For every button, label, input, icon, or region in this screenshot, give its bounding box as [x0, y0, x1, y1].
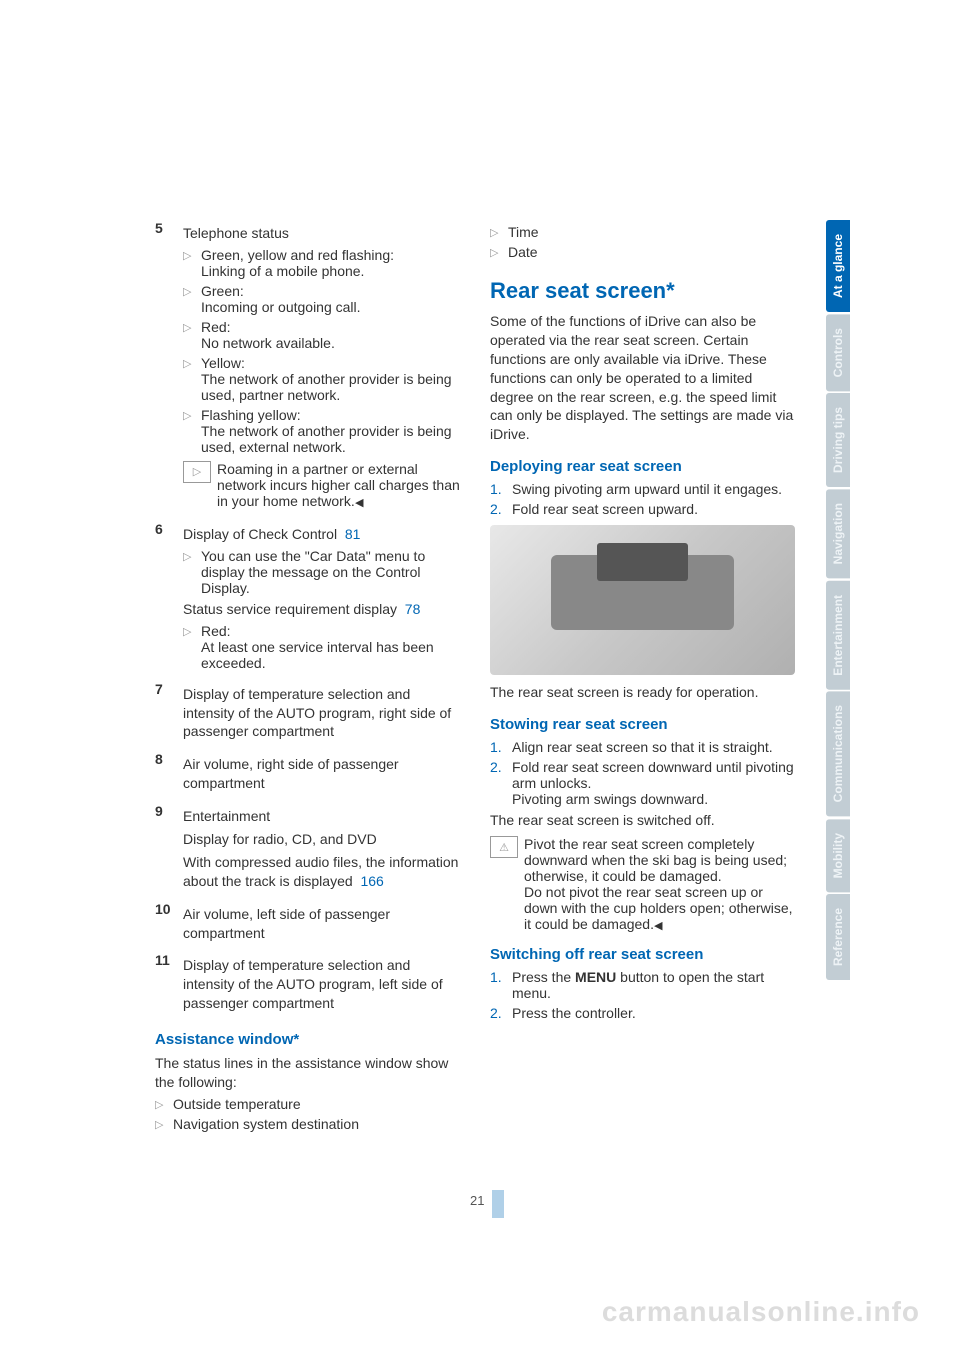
- list-item-10: 10 Air volume, left side of passenger co…: [155, 901, 460, 947]
- triangle-icon: ▷: [183, 623, 201, 671]
- step-number: 1.: [490, 739, 512, 755]
- list-item-8: 8 Air volume, right side of passenger co…: [155, 751, 460, 797]
- section-heading-switch-off: Switching off rear seat screen: [490, 946, 795, 963]
- item-number: 6: [155, 521, 183, 675]
- triangle-icon: ▷: [183, 319, 201, 351]
- bullet: ▷Flashing yellow:The network of another …: [183, 407, 460, 455]
- tab-entertainment[interactable]: Entertainment: [826, 581, 850, 690]
- step-number: 1.: [490, 969, 512, 1001]
- end-mark-icon: ▶: [654, 919, 662, 932]
- step: 1.Align rear seat screen so that it is s…: [490, 739, 795, 755]
- bullet: ▷Red:At least one service interval has b…: [183, 623, 460, 671]
- tab-at-a-glance[interactable]: At a glance: [826, 220, 850, 312]
- item-number: 7: [155, 681, 183, 746]
- list-item-9: 9 Entertainment Display for radio, CD, a…: [155, 803, 460, 895]
- list-item-7: 7 Display of temperature selection and i…: [155, 681, 460, 746]
- triangle-icon: ▷: [183, 247, 201, 279]
- bullet: ▷Green:Incoming or outgoing call.: [183, 283, 460, 315]
- triangle-icon: ▷: [183, 548, 201, 596]
- page-number-marker: [492, 1190, 504, 1218]
- step-number: 2.: [490, 1005, 512, 1021]
- bullet: ▷Navigation system destination: [155, 1116, 460, 1132]
- warning: ⚠ Pivot the rear seat screen completely …: [490, 836, 795, 932]
- item-number: 11: [155, 952, 183, 1017]
- triangle-icon: ▷: [155, 1096, 173, 1112]
- end-mark-icon: ▶: [355, 496, 363, 509]
- step: 2.Fold rear seat screen downward until p…: [490, 759, 795, 807]
- step: 2.Fold rear seat screen upward.: [490, 501, 795, 517]
- warning-icon: ⚠: [490, 836, 518, 858]
- bullet: ▷Red:No network available.: [183, 319, 460, 351]
- rear-seat-screen-figure: [490, 525, 795, 675]
- left-column: 5 Telephone status ▷Green, yellow and re…: [155, 220, 460, 1136]
- page-content: 5 Telephone status ▷Green, yellow and re…: [155, 220, 795, 1136]
- right-column: ▷Time ▷Date Rear seat screen* Some of th…: [490, 220, 795, 1136]
- step-number: 1.: [490, 481, 512, 497]
- item-number: 10: [155, 901, 183, 947]
- page-ref-link[interactable]: 166: [360, 873, 383, 889]
- bullet: ▷Green, yellow and red flashing:Linking …: [183, 247, 460, 279]
- tab-controls[interactable]: Controls: [826, 314, 850, 391]
- item-number: 5: [155, 220, 183, 515]
- watermark: carmanualsonline.info: [602, 1296, 920, 1328]
- tab-communications[interactable]: Communications: [826, 691, 850, 816]
- page-number: 21: [470, 1193, 484, 1208]
- step-number: 2.: [490, 759, 512, 807]
- stow-off-line: The rear seat screen is switched off.: [490, 811, 795, 830]
- bullet: ▷Yellow:The network of another provider …: [183, 355, 460, 403]
- tab-driving-tips[interactable]: Driving tips: [826, 393, 850, 487]
- list-item-6: 6 Display of Check Control 81 ▷You can u…: [155, 521, 460, 675]
- bullet: ▷You can use the "Car Data" menu to disp…: [183, 548, 460, 596]
- triangle-icon: ▷: [490, 244, 508, 260]
- list-item-11: 11 Display of temperature selection and …: [155, 952, 460, 1017]
- triangle-icon: ▷: [155, 1116, 173, 1132]
- step-number: 2.: [490, 501, 512, 517]
- bullet: ▷Time: [490, 224, 795, 240]
- step: 2.Press the controller.: [490, 1005, 795, 1021]
- bullet: ▷Date: [490, 244, 795, 260]
- triangle-icon: ▷: [183, 355, 201, 403]
- triangle-icon: ▷: [490, 224, 508, 240]
- note-icon: ▷: [183, 461, 211, 483]
- item-title: Telephone status: [183, 224, 460, 243]
- step: 1.Swing pivoting arm upward until it eng…: [490, 481, 795, 497]
- triangle-icon: ▷: [183, 283, 201, 315]
- triangle-icon: ▷: [183, 407, 201, 455]
- bullet: ▷Outside temperature: [155, 1096, 460, 1112]
- tab-navigation[interactable]: Navigation: [826, 489, 850, 578]
- side-tabs: At a glance Controls Driving tips Naviga…: [826, 220, 852, 982]
- rear-intro: Some of the functions of iDrive can also…: [490, 312, 795, 444]
- tab-reference[interactable]: Reference: [826, 894, 850, 980]
- section-heading-rear-seat: Rear seat screen*: [490, 278, 795, 304]
- item-number: 9: [155, 803, 183, 895]
- item-number: 8: [155, 751, 183, 797]
- figure-caption: The rear seat screen is ready for operat…: [490, 683, 795, 702]
- tab-mobility[interactable]: Mobility: [826, 819, 850, 892]
- section-heading-stow: Stowing rear seat screen: [490, 716, 795, 733]
- list-item-5: 5 Telephone status ▷Green, yellow and re…: [155, 220, 460, 515]
- section-heading-assistance: Assistance window*: [155, 1031, 460, 1048]
- section-heading-deploy: Deploying rear seat screen: [490, 458, 795, 475]
- page-ref-link[interactable]: 78: [405, 601, 421, 617]
- step: 1.Press the MENU button to open the star…: [490, 969, 795, 1001]
- page-ref-link[interactable]: 81: [345, 526, 361, 542]
- note: ▷ Roaming in a partner or external netwo…: [183, 461, 460, 509]
- assist-intro: The status lines in the assistance windo…: [155, 1054, 460, 1092]
